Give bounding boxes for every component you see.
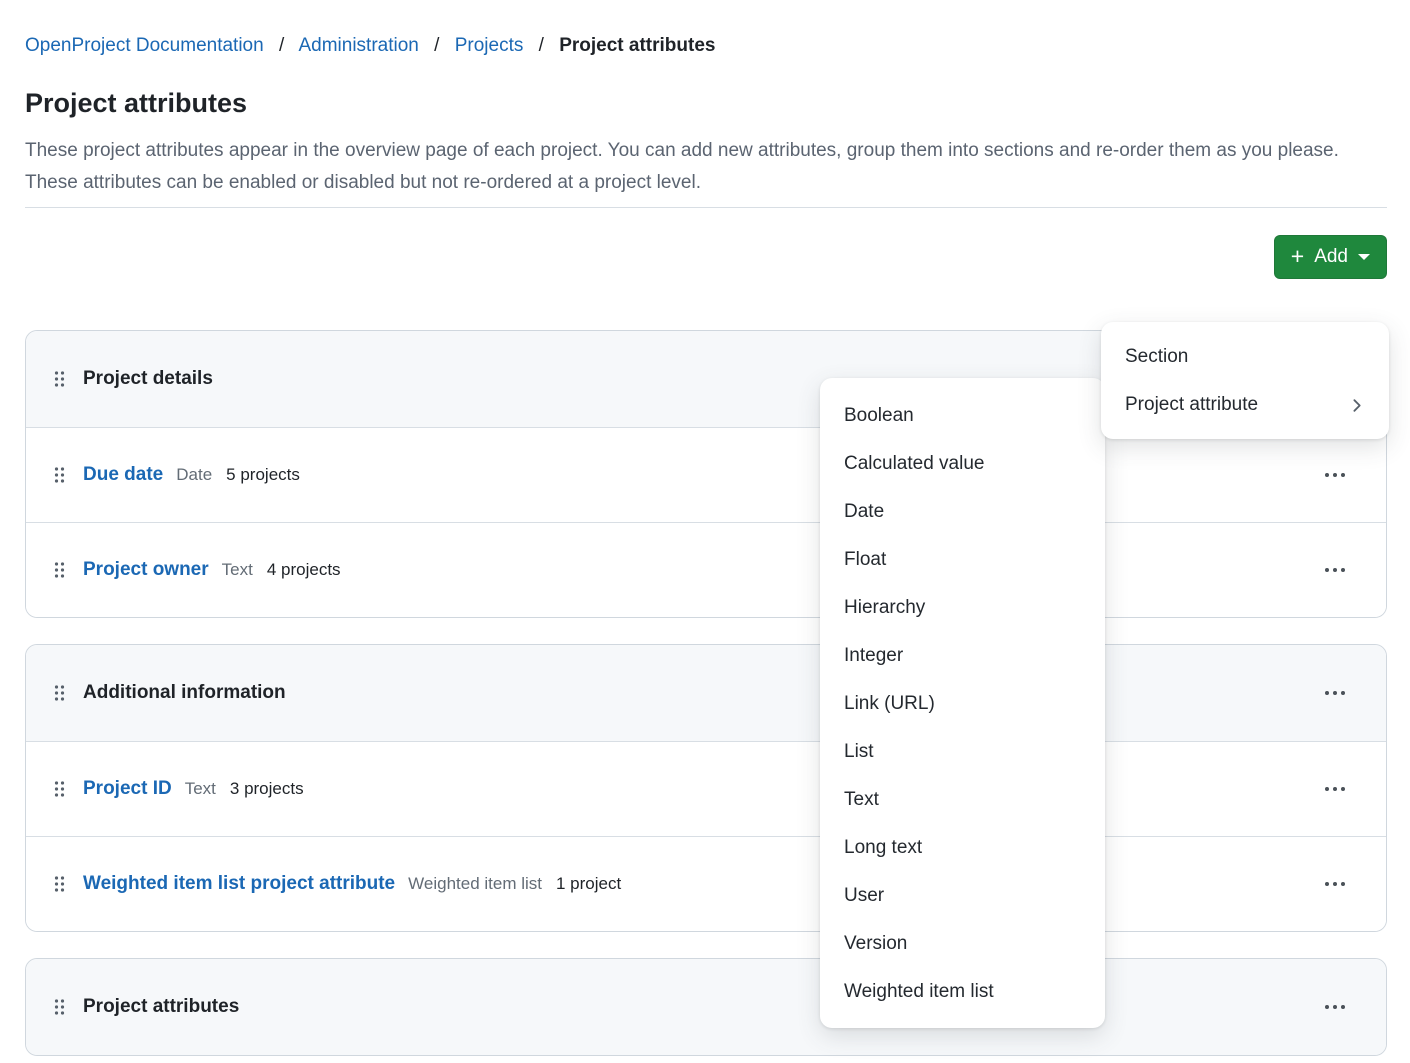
- attribute-more-actions-button[interactable]: [1320, 555, 1350, 585]
- menu-item-version[interactable]: Version: [820, 920, 1105, 968]
- attribute-name-link[interactable]: Due date: [83, 464, 163, 486]
- attribute-row: Project ID Text 3 projects: [26, 741, 1386, 836]
- menu-item-project-attribute[interactable]: Project attribute: [1101, 381, 1389, 429]
- menu-item-label: Project attribute: [1125, 394, 1258, 416]
- breadcrumb-link-openproject-documentation[interactable]: OpenProject Documentation: [25, 35, 264, 56]
- attribute-project-count: 4 projects: [267, 560, 341, 580]
- drag-handle-icon[interactable]: [54, 684, 65, 702]
- breadcrumb-link-administration[interactable]: Administration: [298, 35, 418, 56]
- attribute-row: Due date Date 5 projects: [26, 427, 1386, 522]
- section-title: Project attributes: [83, 996, 239, 1018]
- attribute-type-label: Date: [176, 465, 212, 485]
- menu-item-integer[interactable]: Integer: [820, 632, 1105, 680]
- section-title: Additional information: [83, 682, 286, 704]
- menu-item-calculated-value[interactable]: Calculated value: [820, 440, 1105, 488]
- add-button[interactable]: + Add: [1274, 235, 1387, 279]
- menu-item-list[interactable]: List: [820, 728, 1105, 776]
- attribute-type-label: Weighted item list: [408, 874, 542, 894]
- attribute-project-count: 1 project: [556, 874, 621, 894]
- drag-handle-icon[interactable]: [54, 561, 65, 579]
- attribute-type-submenu: Boolean Calculated value Date Float Hier…: [820, 378, 1105, 1028]
- menu-item-boolean[interactable]: Boolean: [820, 392, 1105, 440]
- main-content: OpenProject Documentation / Administrati…: [0, 33, 1410, 1056]
- page-title: Project attributes: [25, 85, 1387, 121]
- plus-icon: +: [1291, 245, 1304, 268]
- menu-item-link-url[interactable]: Link (URL): [820, 680, 1105, 728]
- attribute-name-link[interactable]: Project owner: [83, 559, 209, 581]
- breadcrumb-current: Project attributes: [559, 35, 715, 56]
- page-description: These project attributes appear in the o…: [25, 135, 1387, 199]
- toolbar: + Add: [25, 235, 1387, 279]
- attribute-more-actions-button[interactable]: [1320, 869, 1350, 899]
- attribute-project-count: 3 projects: [230, 779, 304, 799]
- breadcrumb-separator: /: [434, 35, 439, 56]
- menu-item-long-text[interactable]: Long text: [820, 824, 1105, 872]
- menu-item-weighted-item-list[interactable]: Weighted item list: [820, 968, 1105, 1016]
- breadcrumb: OpenProject Documentation / Administrati…: [25, 33, 1387, 59]
- attribute-project-count: 5 projects: [226, 465, 300, 485]
- attribute-row: Project owner Text 4 projects: [26, 522, 1386, 617]
- drag-handle-icon[interactable]: [54, 370, 65, 388]
- section-more-actions-button[interactable]: [1320, 678, 1350, 708]
- section-title: Project details: [83, 368, 213, 390]
- drag-handle-icon[interactable]: [54, 780, 65, 798]
- menu-item-hierarchy[interactable]: Hierarchy: [820, 584, 1105, 632]
- chevron-right-icon: [1348, 397, 1365, 414]
- attribute-more-actions-button[interactable]: [1320, 460, 1350, 490]
- menu-item-user[interactable]: User: [820, 872, 1105, 920]
- attribute-more-actions-button[interactable]: [1320, 774, 1350, 804]
- menu-item-text[interactable]: Text: [820, 776, 1105, 824]
- menu-item-label: Section: [1125, 346, 1188, 368]
- attribute-type-label: Text: [185, 779, 216, 799]
- menu-item-date[interactable]: Date: [820, 488, 1105, 536]
- breadcrumb-separator: /: [279, 35, 284, 56]
- section-card-additional-information: Additional information Project ID Text 3…: [25, 644, 1387, 932]
- section-header: Project attributes: [26, 959, 1386, 1055]
- attribute-name-link[interactable]: Project ID: [83, 778, 172, 800]
- attribute-row: Weighted item list project attribute Wei…: [26, 836, 1386, 931]
- attribute-name-link[interactable]: Weighted item list project attribute: [83, 873, 395, 895]
- divider: [25, 207, 1387, 208]
- breadcrumb-separator: /: [539, 35, 544, 56]
- drag-handle-icon[interactable]: [54, 875, 65, 893]
- section-card-project-attributes: Project attributes: [25, 958, 1387, 1056]
- add-button-label: Add: [1314, 246, 1348, 268]
- add-dropdown-menu: Section Project attribute: [1101, 322, 1389, 439]
- menu-item-float[interactable]: Float: [820, 536, 1105, 584]
- section-header: Additional information: [26, 645, 1386, 741]
- drag-handle-icon[interactable]: [54, 998, 65, 1016]
- menu-item-section[interactable]: Section: [1101, 333, 1389, 381]
- section-more-actions-button[interactable]: [1320, 992, 1350, 1022]
- attribute-type-label: Text: [222, 560, 253, 580]
- drag-handle-icon[interactable]: [54, 466, 65, 484]
- breadcrumb-link-projects[interactable]: Projects: [455, 35, 524, 56]
- caret-down-icon: [1358, 254, 1370, 260]
